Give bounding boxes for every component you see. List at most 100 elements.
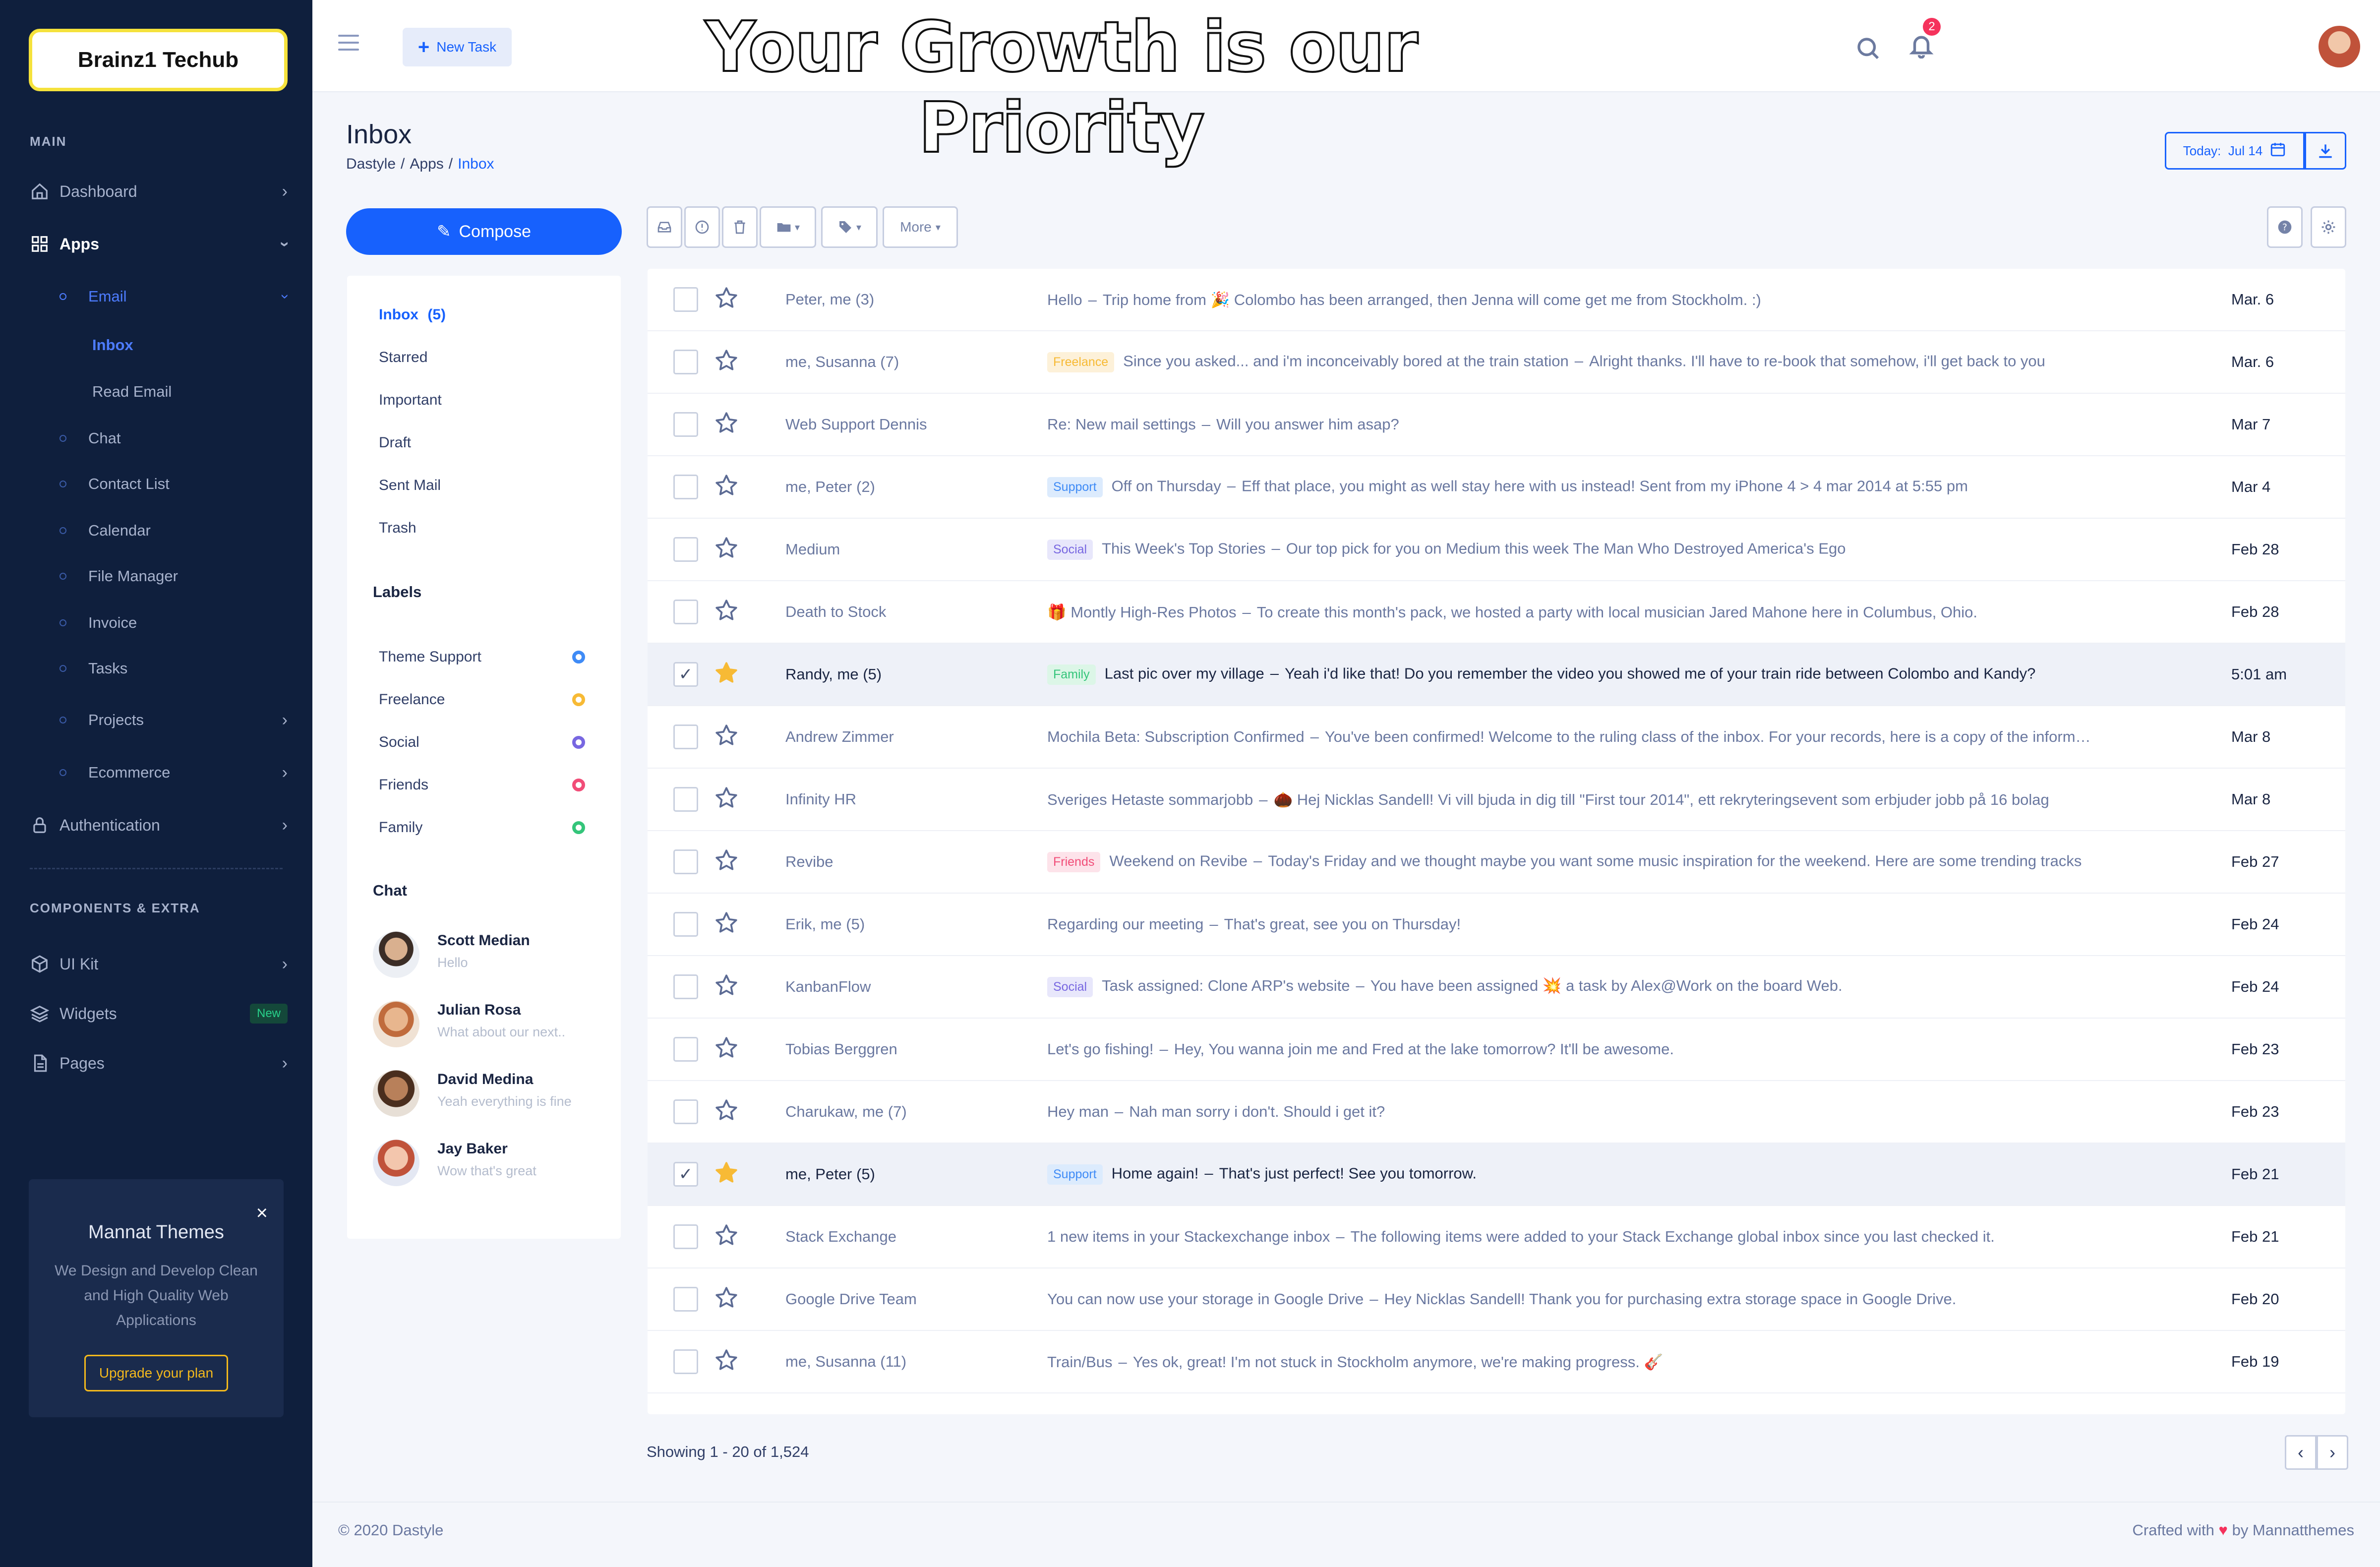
star-icon[interactable] [714, 910, 742, 938]
select-checkbox[interactable] [673, 912, 698, 937]
email-row[interactable]: Peter, me (3) Hello – Trip home from 🎉 Colo… [648, 269, 2345, 331]
select-checkbox[interactable] [673, 787, 698, 812]
bell-icon[interactable] [1908, 32, 1935, 59]
email-row[interactable]: Google Drive Team You can now use your st… [648, 1268, 2345, 1331]
label-item[interactable]: Social [379, 734, 585, 751]
previous-page-button[interactable]: ‹ [2285, 1435, 2317, 1470]
folder-important[interactable]: Important [379, 392, 442, 409]
date-button[interactable]: Today: Jul 14 [2165, 132, 2305, 170]
sidebar-item-calendar[interactable]: Calendar [60, 516, 288, 545]
label-item[interactable]: Theme Support [379, 649, 585, 665]
email-row[interactable]: ✓ me, Peter (5) Support Home again! – That's … [648, 1144, 2345, 1206]
sidebar-item-chat[interactable]: Chat [60, 423, 288, 453]
folder-trash[interactable]: Trash [379, 520, 416, 537]
sidebar-item-apps[interactable]: Apps › [30, 228, 295, 260]
new-task-button[interactable]: + New Task [403, 28, 512, 66]
move-to-folder-dropdown[interactable]: ▾ [760, 206, 816, 248]
email-row[interactable]: me, Peter (2) Support Off on Thursday – Eff … [648, 456, 2345, 519]
star-icon[interactable] [714, 536, 742, 563]
breadcrumb-apps[interactable]: Apps [410, 156, 443, 172]
footer-credit-suffix[interactable]: by Mannatthemes [2232, 1521, 2354, 1539]
sidebar-item-widgets[interactable]: Widgets New [30, 998, 288, 1029]
sidebar-item-inbox[interactable]: Inbox [92, 330, 288, 360]
sidebar-item-contact-list[interactable]: Contact List [60, 469, 288, 499]
star-icon[interactable] [714, 1223, 742, 1251]
spam-button[interactable] [684, 206, 720, 248]
email-row[interactable]: Erik, me (5) Regarding our meeting – That's… [648, 894, 2345, 956]
email-row[interactable]: ✓ Randy, me (5) Family Last pic over my vil… [648, 644, 2345, 706]
email-row[interactable]: me, Susanna (7) Freelance Since you asked.… [648, 331, 2345, 394]
folder-draft[interactable]: Draft [379, 434, 411, 451]
star-icon[interactable] [714, 1348, 742, 1376]
email-row[interactable]: Charukaw, me (7) Hey man – Nah man sorry i … [648, 1081, 2345, 1144]
sidebar-item-pages[interactable]: Pages › [30, 1047, 288, 1079]
label-item[interactable]: Freelance [379, 691, 585, 708]
select-checkbox[interactable] [673, 849, 698, 874]
sidebar-item-file-manager[interactable]: File Manager [60, 561, 288, 591]
star-icon[interactable] [714, 473, 742, 501]
select-checkbox[interactable] [673, 974, 698, 999]
star-icon[interactable] [714, 1285, 742, 1313]
email-row[interactable]: Andrew Zimmer Mochila Beta: Subscription … [648, 706, 2345, 769]
folder-inbox[interactable]: Inbox (5) [379, 306, 446, 323]
help-button[interactable]: ? [2267, 206, 2303, 248]
star-icon[interactable] [714, 1035, 742, 1063]
star-icon[interactable] [714, 973, 742, 1001]
sidebar-item-invoice[interactable]: Invoice [60, 608, 288, 638]
email-row[interactable]: Web Support Dennis Re: New mail settings –… [648, 394, 2345, 456]
sidebar-item-authentication[interactable]: Authentication › [30, 809, 288, 841]
star-icon[interactable] [714, 598, 742, 626]
star-icon[interactable] [714, 286, 742, 313]
chat-contact[interactable]: Jay Baker Wow that's great [373, 1137, 606, 1196]
chat-contact[interactable]: Julian Rosa What about our next.. [373, 998, 606, 1057]
select-checkbox[interactable] [673, 1037, 698, 1062]
email-row[interactable]: me, Susanna (11) Train/Bus – Yes ok, great!… [648, 1331, 2345, 1393]
select-checkbox[interactable] [673, 1224, 698, 1249]
email-row[interactable]: Medium Social This Week's Top Stories – Our … [648, 519, 2345, 581]
next-page-button[interactable]: › [2317, 1435, 2348, 1470]
label-dropdown[interactable]: ▾ [821, 206, 878, 248]
select-checkbox[interactable] [673, 600, 698, 624]
menu-icon[interactable] [338, 35, 359, 52]
archive-button[interactable] [647, 206, 682, 248]
user-avatar[interactable] [2319, 26, 2360, 67]
more-dropdown[interactable]: More ▾ [883, 206, 958, 248]
upgrade-plan-button[interactable]: Upgrade your plan [84, 1355, 228, 1391]
folder-sent-mail[interactable]: Sent Mail [379, 477, 441, 494]
download-button[interactable] [2305, 132, 2346, 170]
star-icon[interactable] [714, 411, 742, 438]
email-row[interactable]: Infinity HR Sveriges Hetaste sommarjobb – 🌰… [648, 769, 2345, 831]
star-icon[interactable] [714, 848, 742, 876]
star-icon[interactable] [714, 1160, 742, 1188]
settings-button[interactable] [2311, 206, 2346, 248]
select-checkbox[interactable] [673, 1349, 698, 1374]
breadcrumb-dastyle[interactable]: Dastyle [346, 156, 396, 172]
sidebar-item-ecommerce[interactable]: Ecommerce › [60, 758, 288, 787]
compose-button[interactable]: ✎ Compose [346, 208, 622, 255]
sidebar-item-tasks[interactable]: Tasks [60, 654, 288, 683]
select-checkbox[interactable] [673, 1099, 698, 1124]
email-row[interactable]: Stack Exchange 1 new items in your Stacke… [648, 1206, 2345, 1268]
email-row[interactable]: Death to Stock 🎁 Montly High-Res Photos – T… [648, 581, 2345, 644]
label-item[interactable]: Friends [379, 777, 585, 793]
sidebar-item-read-email[interactable]: Read Email [92, 377, 288, 407]
search-icon[interactable] [1854, 35, 1881, 61]
close-icon[interactable]: × [256, 1202, 268, 1224]
sidebar-item-email[interactable]: Email › [60, 282, 294, 311]
star-icon[interactable] [714, 723, 742, 751]
email-row[interactable]: Tobias Berggren Let's go fishing! – Hey, Yo… [648, 1019, 2345, 1081]
folder-starred[interactable]: Starred [379, 349, 427, 366]
email-row[interactable]: KanbanFlow Social Task assigned: Clone ARP… [648, 956, 2345, 1019]
select-checkbox[interactable] [673, 1287, 698, 1312]
label-item[interactable]: Family [379, 819, 585, 836]
select-checkbox[interactable] [673, 537, 698, 562]
email-row[interactable]: Revibe Friends Weekend on Revibe – Today's F… [648, 831, 2345, 894]
sidebar-item-projects[interactable]: Projects › [60, 705, 288, 735]
star-icon[interactable] [714, 661, 742, 688]
sidebar-item-ui-kit[interactable]: UI Kit › [30, 948, 288, 980]
sidebar-item-dashboard[interactable]: Dashboard › [30, 176, 288, 207]
select-checkbox[interactable] [673, 724, 698, 749]
select-checkbox[interactable] [673, 350, 698, 374]
brand-logo[interactable]: Brainz1 Techub [29, 29, 288, 91]
select-checkbox[interactable]: ✓ [673, 662, 698, 687]
